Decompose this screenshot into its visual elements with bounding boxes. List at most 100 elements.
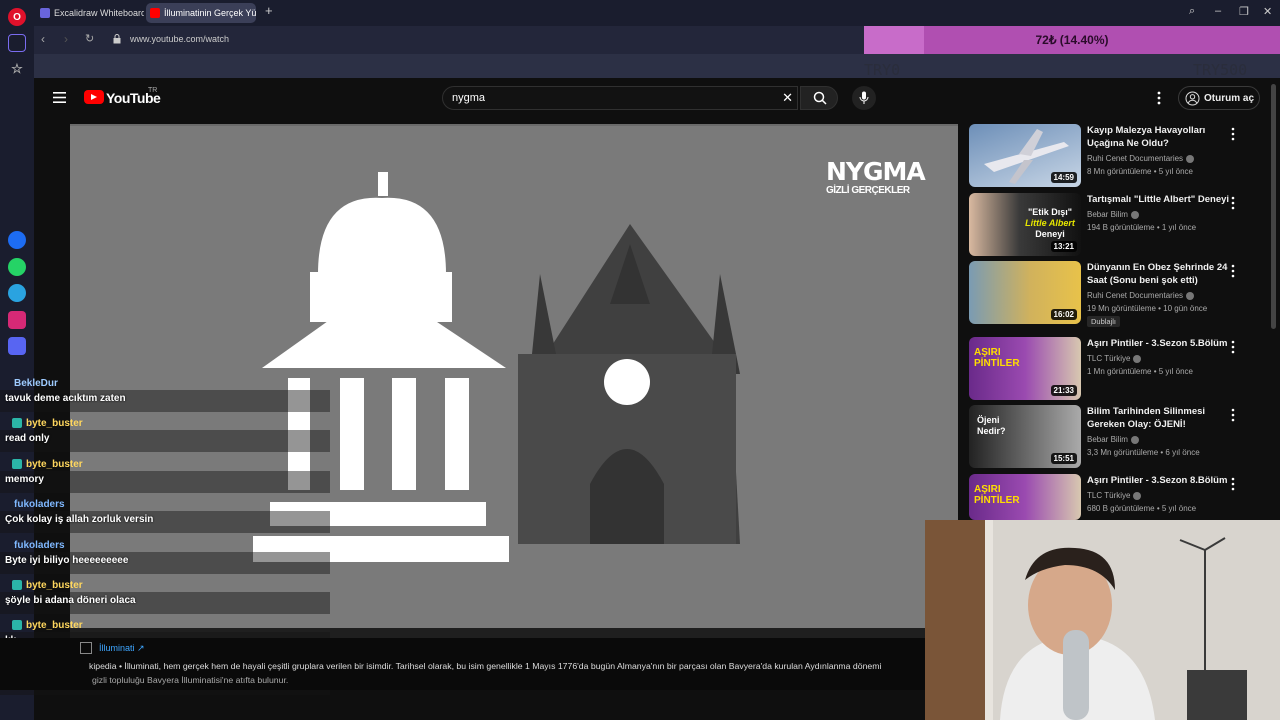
chat-username-label: fukoladers [14,539,65,551]
video-meta: 680 B görüntüleme • 5 yıl önce [1087,504,1197,513]
chat-message: Byte iyi biliyo heeeeeeeee [5,555,129,566]
chat-username[interactable]: BekleDur [14,376,58,390]
search-input[interactable] [452,92,772,104]
chat-badge-icon [12,580,22,590]
tab-youtube[interactable]: İlluminatinin Gerçek Yüzü [146,3,256,23]
more-actions-icon[interactable] [1231,408,1235,422]
video-thumbnail[interactable]: AŞIRI PİNTİLER 21:33 [969,337,1081,400]
more-actions-icon[interactable] [1231,264,1235,278]
recommendation-item[interactable]: 16:02 Dünyanın En Obez Şehrinde 24 Saat … [969,261,1269,327]
channel-name[interactable]: Bebar Bilim [1087,210,1139,219]
new-tab-icon[interactable]: + [265,3,273,18]
thumbnail-text: AŞIRI [974,484,1001,495]
search-icon [813,91,827,105]
bookmarks-star-icon[interactable]: ☆ [8,60,26,78]
opera-logo-icon[interactable]: O [8,8,26,26]
duration-label: 13:21 [1050,241,1077,252]
close-window-icon[interactable]: ✕ [1263,5,1272,18]
sidebar-scrollbar[interactable] [1271,84,1276,329]
instagram-icon[interactable] [8,311,26,329]
verified-icon [1133,354,1142,363]
video-title[interactable]: Kayıp Malezya Havayolları Uçağına Ne Old… [1087,124,1237,150]
chat-username[interactable]: byte_buster [12,618,83,632]
messenger-icon[interactable] [8,231,26,249]
chat-message: tavuk deme acıktım zaten [5,393,126,404]
clear-search-icon[interactable]: ✕ [782,90,793,106]
thumbnail-text: "Etik Dışı" [1027,207,1073,217]
settings-kebab-icon[interactable] [1157,91,1161,105]
more-actions-icon[interactable] [1231,477,1235,491]
chat-username[interactable]: fukoladers [14,497,65,511]
tab-label: Excalidraw Whiteboard [54,8,144,18]
channel-name[interactable]: Ruhi Cenet Documentaries [1087,154,1195,163]
video-thumbnail[interactable]: 16:02 [969,261,1081,324]
channel-label: TLC Türkiye [1087,354,1131,363]
thumbnail-text: Little Albert [1025,218,1075,228]
reload-icon[interactable]: ↻ [85,32,94,45]
voice-search-button[interactable] [852,86,876,110]
video-thumbnail[interactable]: Öjeni Nedir? 15:51 [969,405,1081,468]
chat-username-label: byte_buster [26,579,83,591]
chat-username[interactable]: fukoladers [14,538,65,552]
verified-icon [1130,435,1139,444]
hamburger-menu-icon[interactable] [53,92,66,103]
video-title[interactable]: Bilim Tarihinden Silinmesi Gereken Olay:… [1087,405,1237,431]
recommendation-item[interactable]: 14:59 Kayıp Malezya Havayolları Uçağına … [969,124,1269,188]
video-meta: 8 Mn görüntüleme • 5 yıl önce [1087,167,1193,176]
video-meta: 19 Mn görüntüleme • 10 gün önce [1087,304,1208,313]
more-actions-icon[interactable] [1231,127,1235,141]
chat-username-label: fukoladers [14,498,65,510]
thumbnail-text: AŞIRI [974,347,1001,358]
video-thumbnail[interactable]: 14:59 [969,124,1081,187]
more-actions-icon[interactable] [1231,196,1235,210]
sign-in-button[interactable]: Oturum aç [1178,86,1260,110]
maximize-icon[interactable]: ❐ [1239,5,1249,18]
search-tabs-icon[interactable]: ⌕ [1189,5,1195,18]
channel-name[interactable]: TLC Türkiye [1087,354,1142,363]
channel-name[interactable]: TLC Türkiye [1087,491,1142,500]
forward-icon[interactable]: › [64,32,68,46]
video-thumbnail[interactable]: AŞIRI PİNTİLER [969,474,1081,520]
video-overlay-subtitle: GİZLİ GERÇEKLER [826,185,910,196]
thumbnail-text: Nedir? [977,426,1006,436]
channel-name[interactable]: Bebar Bilim [1087,435,1139,444]
chat-username-label: BekleDur [14,377,58,389]
thumbnail-text: PİNTİLER [974,495,1020,506]
video-title[interactable]: Tartışmalı "Little Albert" Deneyi [1087,193,1237,206]
minimize-icon[interactable]: – [1215,5,1221,17]
url-field[interactable]: www.youtube.com/watch [130,34,229,44]
discord-icon[interactable] [8,337,26,355]
recommendation-item[interactable]: Öjeni Nedir? 15:51 Bilim Tarihinden Sili… [969,405,1269,469]
video-title[interactable]: Aşırı Pintiler - 3.Sezon 5.Bölüm [1087,337,1237,350]
telegram-icon[interactable] [8,284,26,302]
chat-message: read only [5,433,50,444]
chat-badge-icon [12,459,22,469]
tab-excalidraw[interactable]: Excalidraw Whiteboard [36,3,144,23]
chat-username[interactable]: byte_buster [12,578,83,592]
more-actions-icon[interactable] [1231,340,1235,354]
video-thumbnail[interactable]: "Etik Dışı" Little Albert Deneyi 13:21 [969,193,1081,256]
streamer-webcam [925,520,1280,720]
search-button[interactable] [800,86,838,110]
channel-name[interactable]: Ruhi Cenet Documentaries [1087,291,1195,300]
chat-username[interactable]: byte_buster [12,416,83,430]
tab-bar: Excalidraw Whiteboard İlluminatinin Gerç… [34,0,1280,26]
video-title[interactable]: Dünyanın En Obez Şehrinde 24 Saat (Sonu … [1087,261,1237,287]
home-icon[interactable] [8,34,26,52]
chat-username-label: byte_buster [26,417,83,429]
video-title[interactable]: Aşırı Pintiler - 3.Sezon 8.Bölüm [1087,474,1237,487]
wiki-link[interactable]: İlluminati ↗ [99,643,145,654]
chat-message: memory [5,474,44,485]
duration-label: 21:33 [1050,385,1077,396]
recommendation-item[interactable]: "Etik Dışı" Little Albert Deneyi 13:21 T… [969,193,1269,257]
channel-label: Bebar Bilim [1087,435,1128,444]
chat-badge-icon [12,418,22,428]
recommendation-item[interactable]: AŞIRI PİNTİLER 21:33 Aşırı Pintiler - 3.… [969,337,1269,401]
country-code: TR [148,87,158,94]
whatsapp-icon[interactable] [8,258,26,276]
account-icon [1185,91,1200,106]
back-icon[interactable]: ‹ [41,32,45,46]
verified-icon [1133,491,1142,500]
video-meta: 194 B görüntüleme • 1 yıl önce [1087,223,1197,232]
chat-username[interactable]: byte_buster [12,457,83,471]
